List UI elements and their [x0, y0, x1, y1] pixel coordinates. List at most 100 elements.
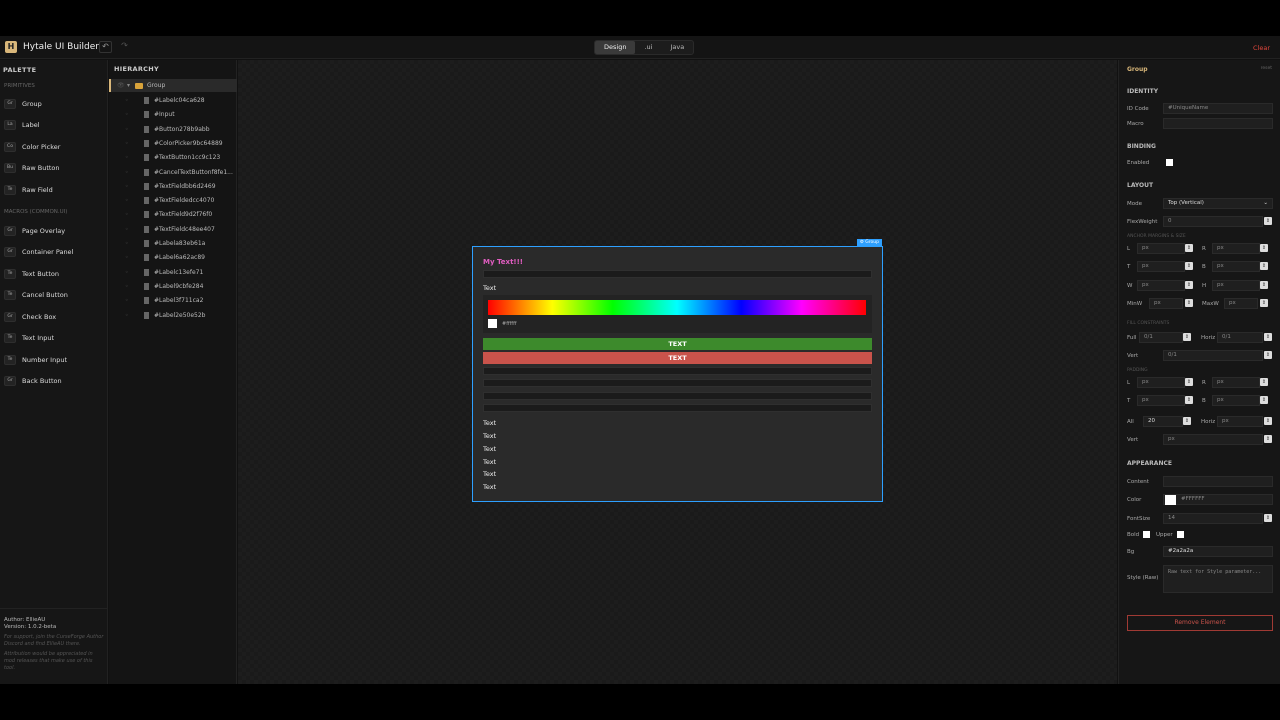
palette-item-check-box[interactable]: Gr Check Box — [4, 310, 104, 324]
stepper-icon[interactable]: ⇕ — [1183, 333, 1191, 341]
eye-icon[interactable]: ◦ — [125, 312, 133, 319]
palette-item-group[interactable]: Gr Group — [4, 97, 104, 111]
vert-fill-input[interactable]: 0/1 — [1163, 350, 1263, 361]
selected-group[interactable]: ⚙ Group My Text!!! Text #ffffff TEXT TEX… — [472, 239, 883, 502]
stepper-icon[interactable]: ⇕ — [1185, 281, 1193, 289]
canvas-title-label[interactable]: My Text!!! — [483, 258, 523, 266]
eye-icon[interactable]: 👁 — [117, 82, 125, 89]
palette-item-container-panel[interactable]: Gr Container Panel — [4, 245, 104, 259]
hierarchy-item[interactable]: ◦ #TextFieldbb6d2469 — [109, 180, 237, 193]
anchor-right-input[interactable]: px — [1212, 243, 1260, 254]
color-swatch[interactable] — [1165, 495, 1176, 505]
tab-design[interactable]: Design — [595, 41, 636, 54]
canvas-text-field[interactable] — [483, 379, 872, 387]
reset-button[interactable]: reset — [1261, 66, 1272, 71]
canvas-text-button[interactable]: TEXT — [483, 338, 872, 350]
hierarchy-item[interactable]: ◦ #TextFieldc48ee407 — [109, 223, 237, 236]
stepper-icon[interactable]: ⇕ — [1260, 262, 1268, 270]
bg-input[interactable]: #2a2a2a — [1163, 546, 1273, 557]
enabled-checkbox[interactable] — [1166, 159, 1173, 166]
anchor-minw-input[interactable]: px — [1149, 298, 1183, 309]
macro-input[interactable] — [1163, 118, 1273, 129]
palette-item-number-input[interactable]: Te Number Input — [4, 353, 104, 367]
hierarchy-item[interactable]: ◦ #ColorPicker9bc64889 — [109, 137, 237, 150]
color-swatch[interactable] — [488, 319, 497, 328]
hierarchy-item[interactable]: ◦ #Button278b9abb — [109, 123, 237, 136]
hierarchy-item[interactable]: ◦ #Label2e50e52b — [109, 309, 237, 322]
eye-icon[interactable]: ◦ — [125, 211, 133, 218]
stepper-icon[interactable]: ⇕ — [1264, 435, 1272, 443]
undo-button[interactable]: ↶ — [99, 41, 112, 53]
hierarchy-item[interactable]: ◦ #Label9cbfe284 — [109, 280, 237, 293]
padding-bottom-input[interactable]: px — [1212, 395, 1260, 406]
stepper-icon[interactable]: ⇕ — [1264, 351, 1272, 359]
style-textarea[interactable]: Raw text for Style parameter... — [1163, 565, 1273, 593]
stepper-icon[interactable]: ⇕ — [1185, 378, 1193, 386]
canvas-label[interactable]: Text — [483, 445, 496, 453]
stepper-icon[interactable]: ⇕ — [1260, 396, 1268, 404]
clear-button[interactable]: Clear — [1253, 44, 1270, 52]
eye-icon[interactable]: ◦ — [125, 297, 133, 304]
eye-icon[interactable]: ◦ — [125, 283, 133, 290]
content-input[interactable] — [1163, 476, 1273, 487]
hierarchy-item[interactable]: ◦ #Input — [109, 108, 237, 121]
mode-select[interactable]: Top (Vertical) ⌄ — [1163, 198, 1273, 209]
canvas-text-field[interactable] — [483, 404, 872, 412]
bold-checkbox[interactable] — [1143, 531, 1150, 538]
design-canvas[interactable]: ⚙ Group My Text!!! Text #ffffff TEXT TEX… — [238, 60, 1117, 684]
color-spectrum[interactable] — [488, 300, 866, 315]
stepper-icon[interactable]: ⇕ — [1185, 299, 1193, 307]
fontsize-input[interactable]: 14 — [1163, 513, 1263, 524]
stepper-icon[interactable]: ⇕ — [1260, 378, 1268, 386]
id-code-input[interactable]: #UniqueName — [1163, 103, 1273, 114]
hierarchy-item[interactable]: ◦ #Labela83eb61a — [109, 237, 237, 250]
eye-icon[interactable]: ◦ — [125, 269, 133, 276]
padding-vert-input[interactable]: px — [1163, 434, 1263, 445]
palette-item-page-overlay[interactable]: Gr Page Overlay — [4, 224, 104, 238]
hierarchy-item-group[interactable]: 👁 ▾ Group — [109, 79, 237, 92]
anchor-maxw-input[interactable]: px — [1224, 298, 1258, 309]
eye-icon[interactable]: ◦ — [125, 140, 133, 147]
stepper-icon[interactable]: ⇕ — [1264, 333, 1272, 341]
eye-icon[interactable]: ◦ — [125, 183, 133, 190]
eye-icon[interactable]: ◦ — [125, 254, 133, 261]
stepper-icon[interactable]: ⇕ — [1260, 281, 1268, 289]
palette-item-color-picker[interactable]: Co Color Picker — [4, 140, 104, 154]
full-input[interactable]: 0/1 — [1139, 332, 1183, 343]
stepper-icon[interactable]: ⇕ — [1183, 417, 1191, 425]
palette-item-text-input[interactable]: Te Text Input — [4, 331, 104, 345]
hierarchy-item[interactable]: ◦ #TextFieldedcc4070 — [109, 194, 237, 207]
padding-horiz-input[interactable]: px — [1217, 416, 1263, 427]
eye-icon[interactable]: ◦ — [125, 111, 133, 118]
stepper-icon[interactable]: ⇕ — [1264, 217, 1272, 225]
canvas-label[interactable]: Text — [483, 419, 496, 427]
remove-element-button[interactable]: Remove Element — [1127, 615, 1273, 631]
canvas-color-picker[interactable]: #ffffff — [483, 295, 872, 333]
hierarchy-item[interactable]: ◦ #TextButton1cc9c123 — [109, 151, 237, 164]
horiz-fill-input[interactable]: 0/1 — [1217, 332, 1263, 343]
eye-icon[interactable]: ◦ — [125, 197, 133, 204]
anchor-left-input[interactable]: px — [1137, 243, 1185, 254]
stepper-icon[interactable]: ⇕ — [1185, 396, 1193, 404]
hierarchy-item[interactable]: ◦ #Labelc04ca628 — [109, 94, 237, 107]
stepper-icon[interactable]: ⇕ — [1264, 514, 1272, 522]
stepper-icon[interactable]: ⇕ — [1185, 262, 1193, 270]
palette-item-label[interactable]: La Label — [4, 118, 104, 132]
canvas-text-label[interactable]: Text — [483, 284, 496, 292]
upper-checkbox[interactable] — [1177, 531, 1184, 538]
hierarchy-item[interactable]: ◦ #TextField9d2f76f0 — [109, 208, 237, 221]
eye-icon[interactable]: ◦ — [125, 226, 133, 233]
anchor-top-input[interactable]: px — [1137, 261, 1185, 272]
eye-icon[interactable]: ◦ — [125, 240, 133, 247]
stepper-icon[interactable]: ⇕ — [1264, 417, 1272, 425]
padding-left-input[interactable]: px — [1137, 377, 1185, 388]
hierarchy-item[interactable]: ◦ #Label6a62ac89 — [109, 251, 237, 264]
palette-item-raw-field[interactable]: Te Raw Field — [4, 183, 104, 197]
canvas-label[interactable]: Text — [483, 458, 496, 466]
eye-icon[interactable]: ◦ — [125, 154, 133, 161]
padding-top-input[interactable]: px — [1137, 395, 1185, 406]
flexweight-input[interactable]: 0 — [1163, 216, 1263, 227]
palette-item-cancel-button[interactable]: Te Cancel Button — [4, 288, 104, 302]
canvas-text-field[interactable] — [483, 367, 872, 375]
palette-item-text-button[interactable]: Te Text Button — [4, 267, 104, 281]
